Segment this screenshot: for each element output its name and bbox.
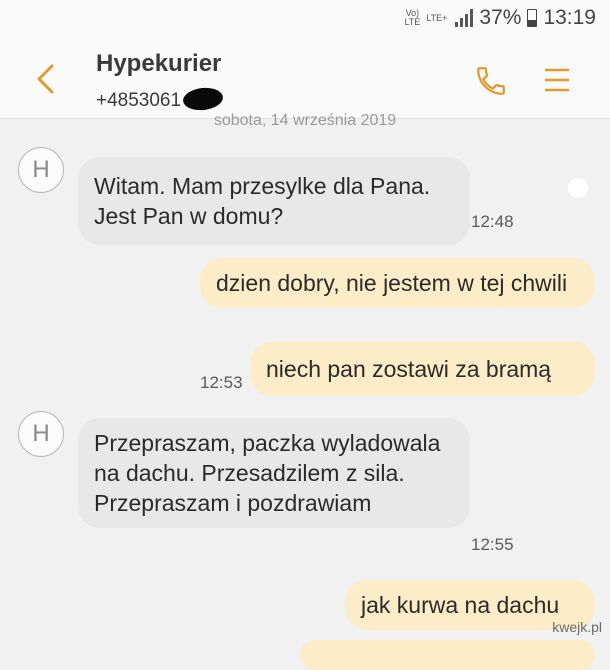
contact-name[interactable]: Hypekurier — [96, 50, 221, 78]
volte-indicator: Vo) LTE — [404, 8, 421, 27]
battery-icon — [527, 9, 538, 27]
contact-number: +4853061 — [96, 90, 182, 111]
message-bubble-incoming[interactable]: Witam. Mam przesylke dla Pana. Jest Pan … — [78, 157, 470, 245]
date-separator: sobota, 14 września 2019 — [213, 112, 397, 129]
message-bubble-outgoing[interactable]: dzien dobry, nie jestem w tej chwili — [200, 258, 595, 308]
lte-plus-indicator: LTE+ — [426, 12, 448, 23]
phone-icon[interactable] — [474, 64, 508, 103]
message-bubble-outgoing-partial[interactable] — [300, 640, 595, 670]
message-time: 12:55 — [471, 535, 514, 554]
message-time: 12:53 — [200, 373, 243, 392]
menu-icon[interactable] — [543, 66, 571, 99]
redaction-mark — [181, 85, 225, 113]
message-bubble-incoming[interactable]: Przepraszam, paczka wyladowala na dachu.… — [78, 418, 470, 528]
status-icons: Vo) LTE LTE+ 37% 13:19 — [404, 6, 596, 30]
contact-avatar[interactable]: H — [18, 147, 64, 193]
back-arrow-icon[interactable] — [34, 62, 56, 101]
message-time: 12:48 — [471, 212, 514, 231]
signal-icon — [455, 9, 474, 27]
watermark: kwejk.pl — [552, 619, 602, 635]
status-bar: Vo) LTE LTE+ 37% 13:19 — [0, 0, 610, 40]
message-bubble-outgoing[interactable]: niech pan zostawi za bramą — [250, 342, 595, 396]
contact-avatar[interactable]: H — [18, 411, 64, 457]
conversation-header: Hypekurier +4853061 — [0, 40, 610, 119]
unread-dot — [568, 178, 588, 198]
status-time: 13:19 — [543, 6, 596, 29]
battery-percentage: 37% — [479, 6, 522, 29]
